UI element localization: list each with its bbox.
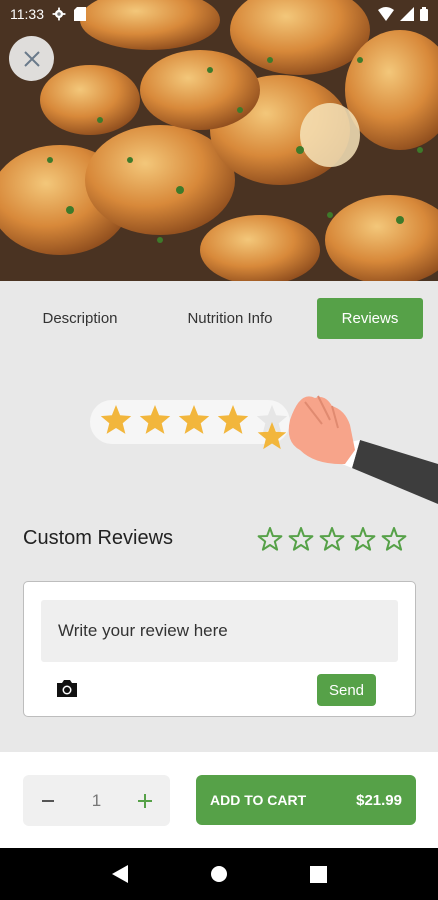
minus-icon <box>42 799 54 802</box>
tab-nutrition-info[interactable]: Nutrition Info <box>170 298 290 339</box>
system-nav-bar <box>0 848 438 900</box>
section-title: Custom Reviews <box>23 527 174 549</box>
review-card: Send <box>23 581 416 717</box>
price: $21.99 <box>356 791 402 809</box>
settings-icon <box>52 7 66 21</box>
status-time: 11:33 <box>10 6 44 22</box>
signal-icon <box>400 7 414 21</box>
send-label: Send <box>328 681 365 699</box>
tab-reviews[interactable]: Reviews <box>317 298 423 339</box>
quantity-value: 1 <box>91 790 102 810</box>
camera-icon <box>57 680 77 697</box>
add-to-cart-button[interactable]: ADD TO CART $21.99 <box>196 775 416 825</box>
rating-star-icon[interactable] <box>318 525 346 553</box>
shrimp-photo <box>0 0 438 281</box>
camera-button[interactable] <box>55 678 79 703</box>
status-bar: 11:33 <box>0 0 438 28</box>
tab-label: Nutrition Info <box>187 310 273 327</box>
bottom-bar: 1 ADD TO CART $21.99 <box>0 752 438 848</box>
decrement-button[interactable] <box>37 790 59 812</box>
send-button[interactable]: Send <box>317 674 376 706</box>
rating-star-icon[interactable] <box>349 525 377 553</box>
sd-card-icon <box>74 7 86 21</box>
tab-description[interactable]: Description <box>20 298 140 339</box>
close-icon <box>23 50 40 67</box>
rating-star-icon[interactable] <box>287 525 315 553</box>
back-icon[interactable] <box>111 864 129 884</box>
tab-bar: Description Nutrition Info Reviews <box>0 281 438 361</box>
add-to-cart-label: ADD TO CART <box>210 792 307 808</box>
battery-icon <box>420 7 428 21</box>
recents-icon[interactable] <box>310 865 328 883</box>
rating-star-icon[interactable] <box>256 525 284 553</box>
home-icon[interactable] <box>210 865 228 883</box>
sleeve-shape <box>352 440 438 504</box>
rating-illustration <box>0 380 438 510</box>
increment-button[interactable] <box>134 790 156 812</box>
rating-star-icon[interactable] <box>380 525 408 553</box>
tab-label: Reviews <box>341 310 399 327</box>
quantity-stepper: 1 <box>23 775 170 826</box>
hand-icon <box>288 396 355 465</box>
food-image <box>0 0 438 281</box>
tab-label: Description <box>42 310 118 327</box>
close-button[interactable] <box>9 36 54 81</box>
star-rating-input[interactable] <box>256 525 408 553</box>
plus-icon <box>138 793 152 808</box>
review-input[interactable] <box>41 600 398 662</box>
wifi-icon <box>378 7 394 21</box>
